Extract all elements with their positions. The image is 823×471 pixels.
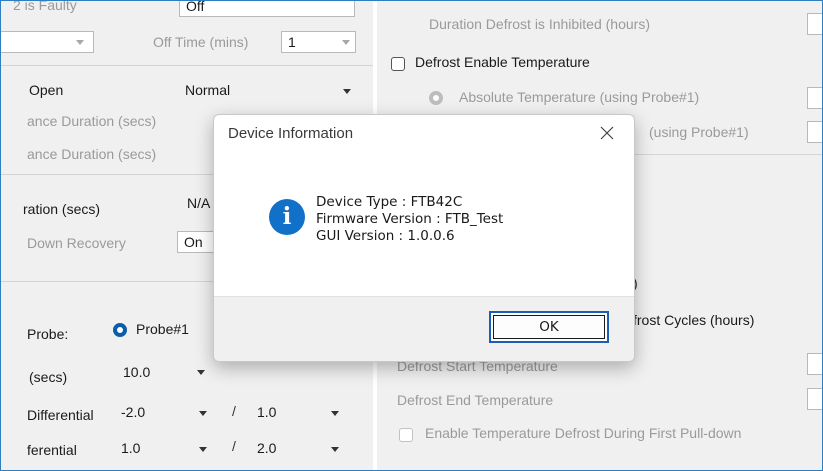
close-icon (600, 126, 614, 140)
defrost-end-temp-label: Defrost End Temperature (397, 392, 554, 408)
pull-down-defrost-label: Enable Temperature Defrost During First … (425, 425, 742, 441)
probe1-radio-label: Probe#1 (136, 321, 189, 337)
faulty-label: 2 is Faulty (13, 0, 77, 13)
recovery-select-value: On (184, 234, 203, 250)
divider (1, 281, 213, 282)
chevron-down-icon (199, 447, 207, 452)
duration-secs-label: ration (secs) (23, 201, 101, 217)
device-type-text: Device Type : FTB42C (316, 194, 463, 210)
defrost-inhibited-label: Duration Defrost is Inhibited (hours) (429, 16, 650, 32)
pull-down-recovery-label: Down Recovery (27, 235, 126, 251)
off-time-label: Off Time (mins) (153, 34, 249, 50)
absolute-temp-input[interactable] (807, 87, 822, 109)
chevron-down-icon (197, 370, 205, 375)
divider (1, 174, 213, 175)
secs-label: (secs) (29, 369, 68, 385)
absolute-temp-label: Absolute Temperature (using Probe#1) (459, 89, 700, 105)
open-label: Open (29, 82, 64, 98)
open-select-value: Normal (185, 82, 231, 98)
differential-label-1: Differential (27, 407, 94, 423)
info-icon: i (269, 199, 305, 235)
chevron-down-icon (76, 40, 84, 45)
differential-1-value: -2.0 (121, 404, 146, 420)
absolute-temp-radio[interactable] (429, 91, 443, 105)
info-icon-glyph: i (282, 203, 292, 230)
duration-secs-value: N/A (187, 195, 211, 211)
gui-version-text: GUI Version : 1.0.0.6 (316, 228, 455, 244)
differential-2b-value: 2.0 (257, 440, 277, 456)
defrost-start-temp-input[interactable] (807, 353, 822, 375)
faulty-select-value: Off (186, 0, 205, 14)
dialog-title: Device Information (228, 125, 354, 142)
divider (1, 65, 373, 66)
differential-2-value: 1.0 (121, 440, 141, 456)
secs-select-value: 10.0 (123, 364, 151, 380)
open-select[interactable]: Normal (179, 80, 359, 102)
differential-1b-value: 1.0 (257, 404, 277, 420)
relative-temp-input[interactable] (807, 121, 822, 143)
chevron-down-icon (343, 89, 351, 94)
ok-button-focus-ring (493, 315, 605, 339)
app-window: 2 is Faulty Off Off Time (mins) 1 Open N… (0, 0, 823, 471)
relative-temp-label: (using Probe#1) (649, 124, 749, 140)
inhibited-input[interactable] (807, 13, 822, 35)
defrost-cycles-label: frost Cycles (hours) (633, 312, 755, 328)
faulty-select[interactable]: Off (179, 0, 355, 17)
differential-label-2: ferential (27, 442, 77, 458)
pull-down-defrost-checkbox[interactable] (399, 428, 413, 442)
firmware-version-text: Firmware Version : FTB_Test (316, 211, 504, 227)
separator-slash: / (232, 438, 236, 454)
separator-slash: / (232, 403, 236, 419)
probe-label: Probe: (27, 326, 69, 342)
defrost-enable-temp-checkbox[interactable] (391, 57, 405, 71)
chevron-down-icon (199, 411, 207, 416)
duration-label-1: ance Duration (secs) (27, 113, 157, 129)
off-time-value: 1 (288, 34, 296, 50)
device-information-dialog: Device Information i Device Type : FTB42… (213, 114, 635, 362)
chevron-down-icon (331, 411, 339, 416)
ok-button[interactable]: OK (489, 311, 609, 343)
recovery-select[interactable]: On (177, 231, 217, 253)
duration-label-2: ance Duration (secs) (27, 146, 157, 162)
chevron-down-icon (342, 40, 350, 45)
chevron-down-icon (331, 447, 339, 452)
defrost-enable-temp-label: Defrost Enable Temperature (415, 54, 590, 70)
defrost-end-temp-input[interactable] (807, 388, 822, 410)
probe1-radio[interactable] (113, 323, 127, 337)
close-button[interactable] (596, 123, 618, 143)
dialog-footer: OK (214, 296, 634, 361)
